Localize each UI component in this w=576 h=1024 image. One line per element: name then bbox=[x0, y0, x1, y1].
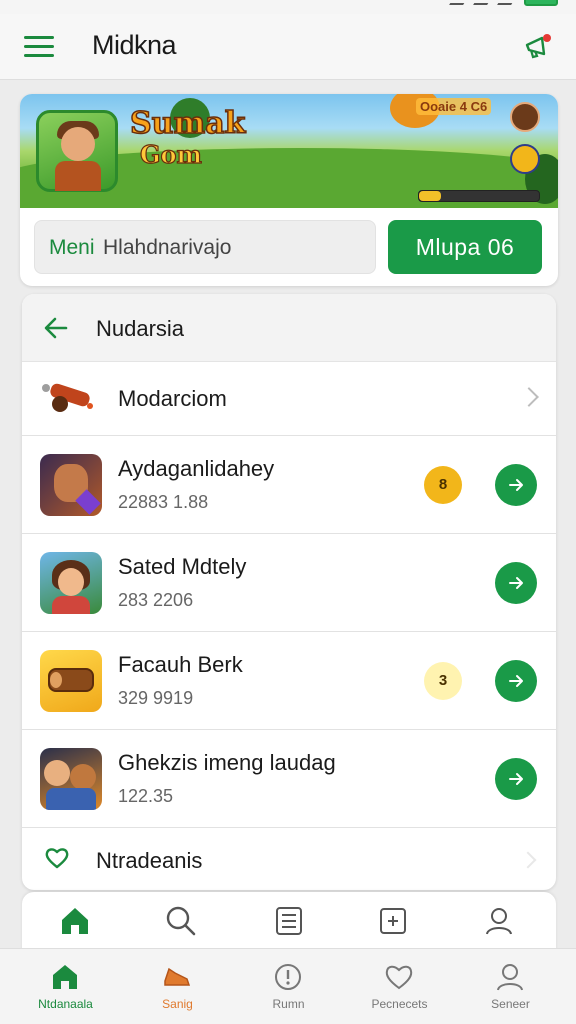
item-sub: 22883 1.88 bbox=[118, 492, 209, 512]
count-badge: 3 bbox=[424, 662, 462, 700]
nav-home[interactable]: Ntdanaala bbox=[8, 949, 123, 1024]
info-icon bbox=[275, 964, 301, 990]
log-game-icon bbox=[40, 650, 102, 712]
item-name: Ghekzis imeng laudag bbox=[118, 750, 336, 775]
search-label: Meni bbox=[49, 236, 95, 259]
arrow-right-icon bbox=[509, 773, 523, 785]
app-header: Midkna bbox=[0, 14, 576, 80]
megaphone-icon[interactable] bbox=[522, 32, 554, 62]
battery-icon bbox=[524, 0, 558, 6]
chevron-right-icon bbox=[519, 387, 539, 407]
banner-progress-bar bbox=[418, 190, 540, 202]
game-logo-sub: Gom bbox=[139, 139, 202, 169]
status-bar bbox=[0, 0, 576, 14]
profile-icon[interactable] bbox=[482, 904, 516, 938]
sneaker-icon bbox=[164, 967, 191, 986]
status-icons bbox=[449, 0, 558, 6]
item-sub: 329 9919 bbox=[118, 688, 194, 708]
item-name: Aydaganlidahey bbox=[118, 456, 275, 481]
list-item[interactable]: Facauh Berk 329 9919 3 bbox=[22, 632, 556, 730]
add-box-icon[interactable] bbox=[376, 904, 410, 938]
banner-score: Ooaie 4 C6 bbox=[416, 98, 492, 115]
nav-rumn[interactable]: Rumn bbox=[231, 949, 346, 1024]
list-title: Nudarsia bbox=[96, 316, 185, 341]
hamburger-menu-icon[interactable] bbox=[24, 36, 54, 58]
search-input[interactable]: Meni Hlahdnarivajo bbox=[34, 220, 376, 274]
list-item[interactable]: Ghekzis imeng laudag 122.35 bbox=[22, 730, 556, 828]
home-icon[interactable] bbox=[58, 904, 92, 938]
character-icon bbox=[510, 102, 540, 132]
signal-icon bbox=[473, 0, 493, 5]
user-icon bbox=[497, 964, 523, 991]
arrow-right-icon bbox=[509, 577, 523, 589]
cannon-icon bbox=[42, 383, 93, 412]
go-button[interactable] bbox=[495, 464, 537, 506]
item-name: Facauh Berk bbox=[118, 652, 243, 677]
search-placeholder: Hlahdnarivajo bbox=[103, 236, 232, 259]
nav-sanig[interactable]: Sanig bbox=[120, 949, 235, 1024]
heart-icon bbox=[385, 965, 413, 990]
wifi-icon bbox=[497, 0, 517, 5]
arrow-right-icon bbox=[509, 675, 523, 687]
signal-icon bbox=[449, 0, 469, 5]
nav-pecnecets[interactable]: Pecnecets bbox=[342, 949, 457, 1024]
search-icon[interactable] bbox=[164, 904, 198, 938]
icon-toolbar bbox=[22, 892, 556, 952]
girl-game-icon bbox=[40, 552, 102, 614]
list-item[interactable]: Aydaganlidahey 22883 1.88 8 bbox=[22, 436, 556, 534]
count-badge: 8 bbox=[424, 466, 462, 504]
character-avatar bbox=[36, 110, 118, 192]
warrior-game-icon bbox=[40, 454, 102, 516]
progress-fill bbox=[419, 191, 441, 201]
heart-icon[interactable] bbox=[44, 846, 70, 870]
nav-seneer[interactable]: Seneer bbox=[453, 949, 568, 1024]
game-list-card: Nudarsia Modarciom Aydaganlidahey 22883 … bbox=[22, 294, 556, 890]
home-icon bbox=[53, 965, 77, 989]
bottom-navigation: Ntdanaala Sanig Rumn Pecnecets Seneer bbox=[0, 948, 576, 1024]
favorites-label[interactable]: Ntradeanis bbox=[96, 848, 202, 874]
back-arrow-icon[interactable] bbox=[42, 314, 70, 342]
list-header: Nudarsia bbox=[22, 294, 556, 362]
app-title: Midkna bbox=[92, 30, 177, 60]
action-button[interactable]: Mlupa 06 bbox=[388, 220, 542, 274]
party-game-icon bbox=[40, 748, 102, 810]
featured-row[interactable]: Modarciom bbox=[22, 362, 556, 436]
list-item[interactable]: Sated Mdtely 283 2206 bbox=[22, 534, 556, 632]
go-button[interactable] bbox=[495, 758, 537, 800]
arrow-right-icon bbox=[509, 479, 523, 491]
game-banner[interactable]: Sumak Gom Ooaie 4 C6 bbox=[20, 94, 558, 208]
featured-name: Modarciom bbox=[118, 386, 227, 411]
character-icon bbox=[510, 144, 540, 174]
game-logo: Sumak bbox=[129, 105, 246, 142]
chevron-right-icon bbox=[519, 851, 537, 869]
go-button[interactable] bbox=[495, 562, 537, 604]
promo-card: Sumak Gom Ooaie 4 C6 Meni Hlahdnarivajo … bbox=[20, 94, 558, 286]
go-button[interactable] bbox=[495, 660, 537, 702]
item-name: Sated Mdtely bbox=[118, 554, 247, 579]
list-icon[interactable] bbox=[272, 904, 306, 938]
item-sub: 122.35 bbox=[118, 786, 174, 806]
item-sub: 283 2206 bbox=[118, 590, 194, 610]
